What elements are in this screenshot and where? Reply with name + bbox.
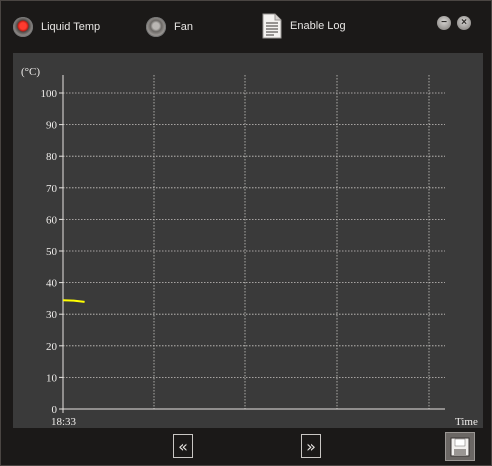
- double-chevron-right-icon: »: [306, 436, 316, 456]
- close-button[interactable]: ×: [457, 16, 471, 30]
- save-button[interactable]: [445, 432, 475, 461]
- enable-log-toggle[interactable]: Enable Log: [262, 11, 346, 41]
- liquid-temp-toggle[interactable]: Liquid Temp: [13, 15, 100, 39]
- previous-page-button[interactable]: «: [173, 434, 193, 458]
- x-axis-title-label: Time: [455, 416, 478, 428]
- y-tick-label: 20: [46, 341, 58, 353]
- y-tick-label: 70: [46, 183, 58, 195]
- y-tick-label: 90: [46, 120, 58, 132]
- minimize-button[interactable]: −: [437, 16, 451, 30]
- next-page-button[interactable]: »: [301, 434, 321, 458]
- temperature-chart: 0 10 20 30 40 50 60 70 80 90 100 (°C) 18:33 Time: [21, 66, 478, 428]
- close-icon: ×: [461, 17, 467, 28]
- save-icon: [450, 437, 470, 456]
- chart-panel: 0 10 20 30 40 50 60 70 80 90 100 (°C) 18:33 Time: [13, 53, 483, 428]
- document-icon: [262, 13, 282, 39]
- minimize-icon: −: [441, 17, 447, 28]
- y-tick-label: 10: [46, 372, 58, 384]
- y-tick-label: 80: [46, 151, 58, 163]
- y-tick-label: 60: [46, 214, 58, 226]
- x-axis-start-label: 18:33: [51, 416, 77, 428]
- fan-toggle[interactable]: Fan: [146, 15, 193, 39]
- double-chevron-left-icon: «: [178, 436, 188, 456]
- top-bar: Liquid Temp Fan Enable Log − ×: [1, 1, 492, 51]
- y-tick-label: 50: [46, 246, 58, 258]
- liquid-temp-label: Liquid Temp: [41, 21, 101, 33]
- y-tick-label: 40: [46, 278, 58, 290]
- red-radio-icon: [13, 17, 33, 37]
- y-axis-unit-label: (°C): [21, 66, 40, 78]
- y-tick-label: 0: [52, 404, 58, 416]
- gray-radio-icon: [146, 17, 166, 37]
- enable-log-label: Enable Log: [290, 20, 346, 32]
- fan-monitor-window: Liquid Temp Fan Enable Log − × 0 10 20 3…: [0, 0, 492, 466]
- y-tick-label: 30: [46, 309, 58, 321]
- fan-label: Fan: [174, 21, 193, 33]
- y-tick-label: 100: [41, 88, 58, 100]
- liquid-temp-series-line: [62, 299, 85, 303]
